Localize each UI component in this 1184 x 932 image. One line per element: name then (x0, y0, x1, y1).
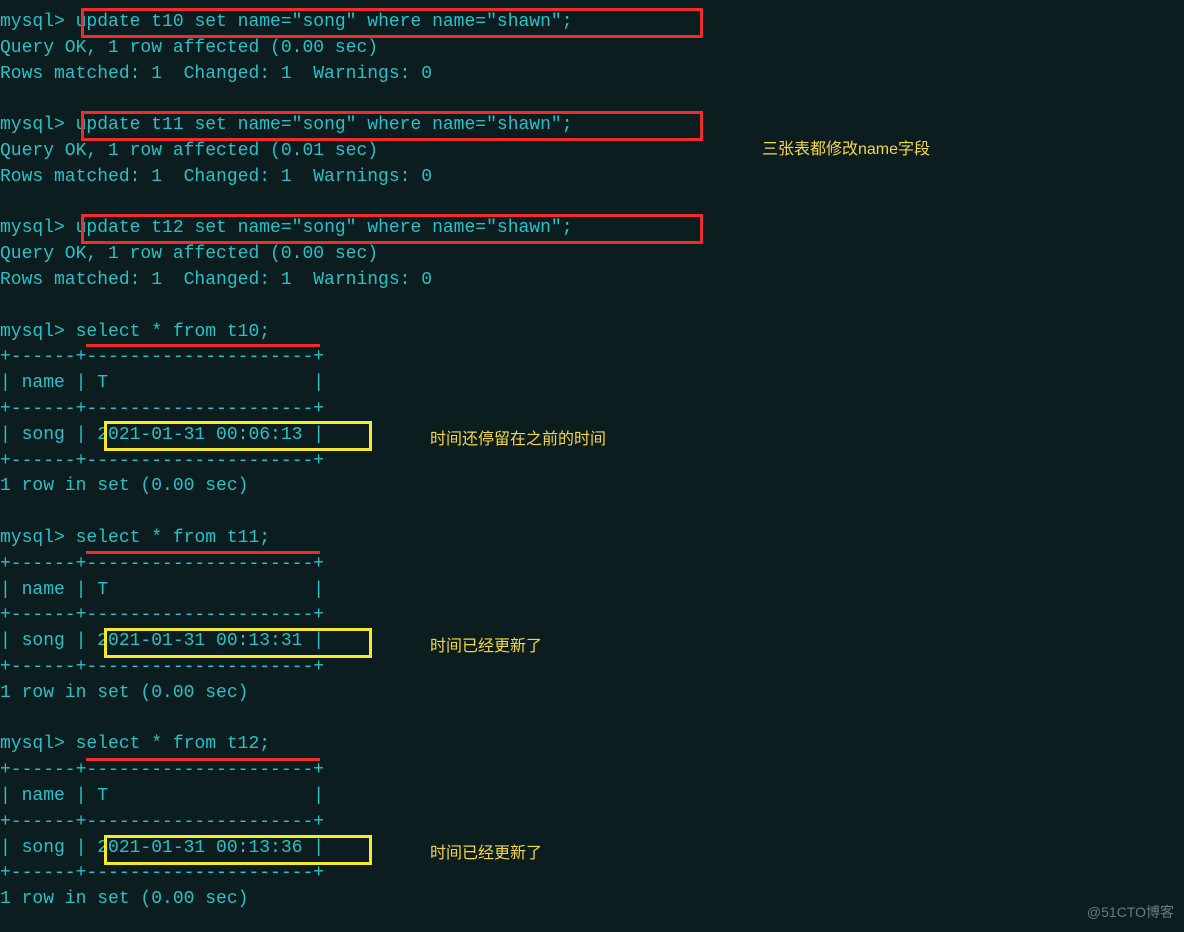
underline-select-t10 (86, 344, 320, 347)
watermark: @51CTO博客 (1087, 900, 1174, 926)
table-border: +------+---------------------+ (0, 345, 1184, 371)
mysql-prompt: mysql> (0, 322, 76, 342)
table-border: +------+---------------------+ (0, 861, 1184, 887)
highlight-box-update-t12 (81, 214, 703, 244)
annotation-time-stale: 时间还停留在之前的时间 (430, 427, 606, 453)
table-border: +------+---------------------+ (0, 603, 1184, 629)
annotation-time-updated-2: 时间已经更新了 (430, 841, 542, 867)
underline-select-t11 (86, 551, 320, 554)
rows-matched: Rows matched: 1 Changed: 1 Warnings: 0 (0, 62, 1184, 88)
mysql-prompt: mysql> (0, 218, 76, 238)
annotation-time-updated-1: 时间已经更新了 (430, 634, 542, 660)
table-border: +------+---------------------+ (0, 397, 1184, 423)
query-ok: Query OK, 1 row affected (0.01 sec) (0, 139, 1184, 165)
sql-select-t12: select * from t12; (76, 734, 270, 754)
table-border: +------+---------------------+ (0, 552, 1184, 578)
rows-matched: Rows matched: 1 Changed: 1 Warnings: 0 (0, 268, 1184, 294)
highlight-box-timestamp-t10 (104, 421, 372, 451)
table-border: +------+---------------------+ (0, 810, 1184, 836)
mysql-prompt: mysql> (0, 115, 76, 135)
table-header: | name | T | (0, 371, 1184, 397)
table-border: +------+---------------------+ (0, 655, 1184, 681)
mysql-prompt: mysql> (0, 12, 76, 32)
mysql-prompt: mysql> (0, 528, 76, 548)
mysql-prompt: mysql> (0, 734, 76, 754)
underline-select-t12 (86, 758, 320, 761)
table-border: +------+---------------------+ (0, 758, 1184, 784)
highlight-box-update-t10 (81, 8, 703, 38)
table-header: | name | T | (0, 578, 1184, 604)
sql-select-t10: select * from t10; (76, 322, 270, 342)
highlight-box-timestamp-t12 (104, 835, 372, 865)
highlight-box-update-t11 (81, 111, 703, 141)
query-ok: Query OK, 1 row affected (0.00 sec) (0, 36, 1184, 62)
row-in-set: 1 row in set (0.00 sec) (0, 474, 1184, 500)
table-header: | name | T | (0, 784, 1184, 810)
annotation-three-tables: 三张表都修改name字段 (762, 137, 930, 163)
row-in-set: 1 row in set (0.00 sec) (0, 887, 1184, 913)
query-ok: Query OK, 1 row affected (0.00 sec) (0, 242, 1184, 268)
sql-select-t11: select * from t11; (76, 528, 270, 548)
row-in-set: 1 row in set (0.00 sec) (0, 681, 1184, 707)
rows-matched: Rows matched: 1 Changed: 1 Warnings: 0 (0, 165, 1184, 191)
highlight-box-timestamp-t11 (104, 628, 372, 658)
